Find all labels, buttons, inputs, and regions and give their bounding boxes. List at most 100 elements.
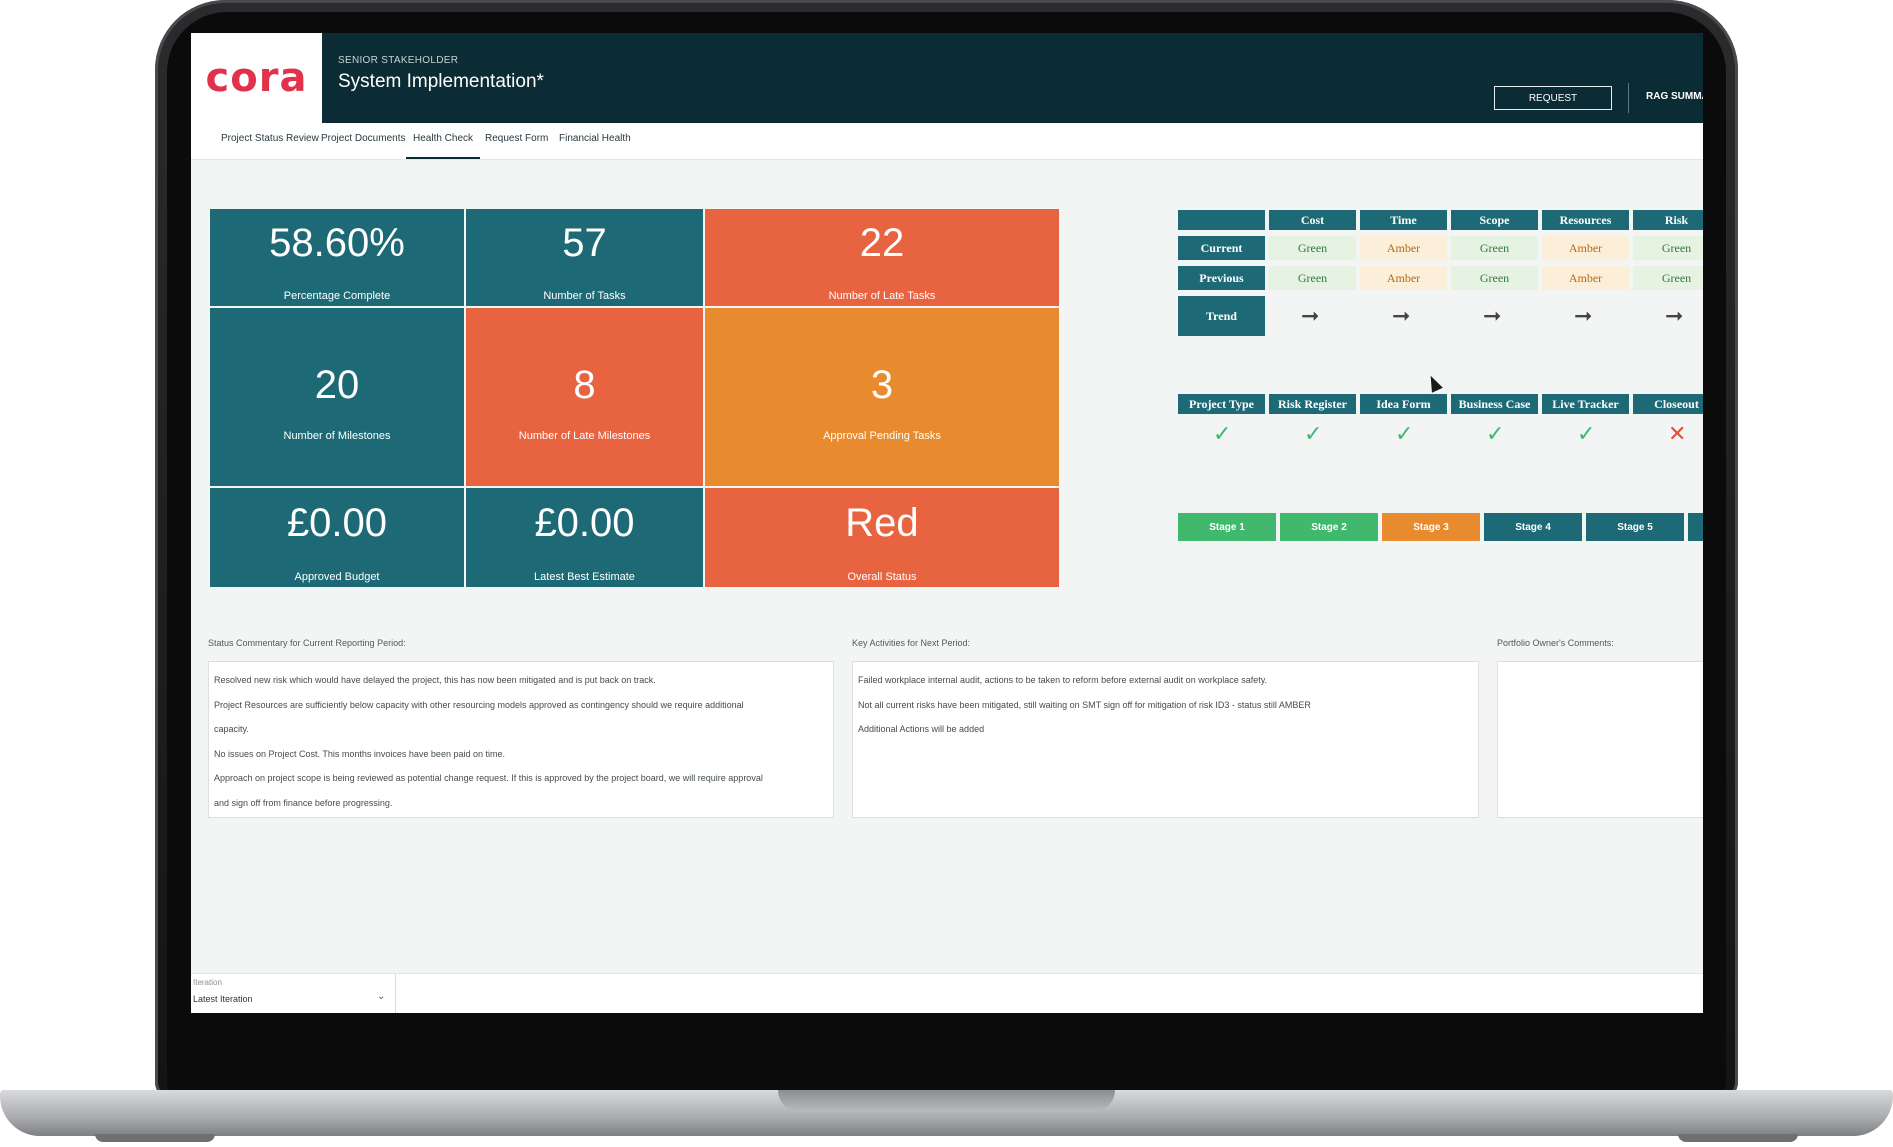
rag-summary-button[interactable]: RAG SUMMAI: [1646, 91, 1703, 102]
cross-icon: ✕: [1668, 421, 1687, 446]
laptop-foot-left: [95, 1134, 215, 1142]
commentary-line: Additional Actions will be added: [858, 724, 985, 734]
rag-row-previous: Previous: [1178, 266, 1265, 290]
commentary-line: Approach on project scope is being revie…: [214, 773, 763, 783]
rag-current-cost: Green: [1269, 236, 1356, 260]
kpi-value: £0.00: [286, 501, 388, 545]
check-header-business-case: Business Case: [1451, 394, 1538, 414]
kpi-latest-best-estimate[interactable]: £0.00 Latest Best Estimate: [466, 488, 703, 587]
stage-2-button[interactable]: Stage 2: [1280, 513, 1378, 541]
kpi-number-of-milestones[interactable]: 20 Number of Milestones: [210, 308, 464, 486]
kpi-value: 20: [314, 363, 360, 407]
stage-4-button[interactable]: Stage 4: [1484, 513, 1582, 541]
laptop-notch: [778, 1090, 1115, 1112]
stage-5-button[interactable]: Stage 5: [1586, 513, 1684, 541]
rag-header-cost: Cost: [1269, 210, 1356, 230]
rag-previous-cost: Green: [1269, 266, 1356, 290]
check-header-project-type: Project Type: [1178, 394, 1265, 414]
kpi-number-of-late-milestones[interactable]: 8 Number of Late Milestones: [466, 308, 703, 486]
kpi-label: Overall Status: [847, 571, 917, 583]
rag-current-scope: Green: [1451, 236, 1538, 260]
rag-previous-scope: Green: [1451, 266, 1538, 290]
kpi-label: Approved Budget: [294, 571, 380, 583]
trend-arrow-icon: ➞: [1392, 303, 1411, 328]
page-title: System Implementation*: [338, 71, 544, 92]
tab-financial-health[interactable]: Financial Health: [559, 123, 631, 159]
commentary-line: Resolved new risk which would have delay…: [214, 675, 656, 685]
checkmark-icon: ✓: [1486, 421, 1505, 446]
kpi-value: £0.00: [534, 501, 635, 545]
kpi-value: 57: [562, 221, 607, 265]
rag-corner-cell: [1178, 210, 1265, 230]
portfolio-owner-comments-box[interactable]: [1497, 661, 1703, 818]
kpi-value: 3: [870, 363, 894, 407]
commentary-line: Project Resources are sufficiently below…: [214, 699, 744, 710]
rag-current-resources: Amber: [1542, 236, 1629, 260]
kpi-number-of-late-tasks[interactable]: 22 Number of Late Tasks: [705, 209, 1059, 306]
key-activities-box[interactable]: Failed workplace internal audit, actions…: [852, 661, 1479, 818]
rag-previous-resources: Amber: [1542, 266, 1629, 290]
commentary-line: Not all current risks have been mitigate…: [858, 699, 1311, 710]
check-header-closeout: Closeout: [1633, 394, 1703, 414]
kpi-percentage-complete[interactable]: 58.60% Percentage Complete: [210, 209, 464, 306]
check-header-risk-register: Risk Register: [1269, 394, 1356, 414]
commentary-line: capacity.: [214, 724, 249, 734]
rag-current-risk: Green: [1633, 236, 1703, 260]
header-divider: [1628, 83, 1629, 113]
footer-divider: [395, 974, 396, 1013]
checkmark-icon: ✓: [1213, 421, 1232, 446]
chevron-down-icon[interactable]: ⌄: [377, 991, 385, 1002]
check-header-live-tracker: Live Tracker: [1542, 394, 1629, 414]
rag-previous-time: Amber: [1360, 266, 1447, 290]
commentary-line: Failed workplace internal audit, actions…: [858, 675, 1268, 685]
checkmark-icon: ✓: [1304, 421, 1323, 446]
header-subtitle: SENIOR STAKEHOLDER: [338, 55, 459, 66]
trend-arrow-icon: ➞: [1574, 303, 1593, 328]
request-button[interactable]: REQUEST: [1494, 86, 1612, 110]
rag-previous-risk: Green: [1633, 266, 1703, 290]
kpi-value: 22: [859, 221, 905, 265]
iteration-label: Iteration: [193, 978, 222, 987]
stage-3-button[interactable]: Stage 3: [1382, 513, 1480, 541]
kpi-overall-status[interactable]: Red Overall Status: [705, 488, 1059, 587]
kpi-label: Approval Pending Tasks: [823, 430, 941, 442]
rag-header-resources: Resources: [1542, 210, 1629, 230]
tab-bar: Project Status Review Project Documents …: [191, 123, 1703, 160]
rag-header-scope: Scope: [1451, 210, 1538, 230]
kpi-value: Red: [845, 501, 919, 545]
rag-row-trend: Trend: [1178, 296, 1265, 336]
rag-header-time: Time: [1360, 210, 1447, 230]
kpi-number-of-tasks[interactable]: 57 Number of Tasks: [466, 209, 703, 306]
kpi-approved-budget[interactable]: £0.00 Approved Budget: [210, 488, 464, 587]
checkmark-icon: ✓: [1577, 421, 1596, 446]
trend-arrow-icon: ➞: [1665, 303, 1684, 328]
kpi-label: Percentage Complete: [283, 290, 391, 302]
tab-project-documents[interactable]: Project Documents: [321, 123, 405, 159]
logo[interactable]: cora: [191, 33, 322, 123]
commentary-line: and sign off from finance before progres…: [214, 797, 393, 808]
kpi-label: Latest Best Estimate: [534, 571, 635, 583]
mouse-cursor-icon: [1425, 373, 1443, 393]
key-activities-label: Key Activities for Next Period:: [852, 638, 971, 648]
tab-project-status-review[interactable]: Project Status Review: [221, 123, 319, 159]
tab-request-form[interactable]: Request Form: [485, 123, 548, 159]
kpi-approval-pending-tasks[interactable]: 3 Approval Pending Tasks: [705, 308, 1059, 486]
status-commentary-box[interactable]: Resolved new risk which would have delay…: [208, 661, 834, 818]
checkmark-icon: ✓: [1395, 421, 1414, 446]
trend-arrow-icon: ➞: [1301, 303, 1320, 328]
app-header: cora SENIOR STAKEHOLDER System Implement…: [191, 33, 1703, 123]
stage-1-button[interactable]: Stage 1: [1178, 513, 1276, 541]
tab-health-check[interactable]: Health Check: [406, 123, 481, 159]
check-header-idea-form: Idea Form: [1360, 394, 1447, 414]
logo-text: cora: [205, 55, 308, 101]
kpi-value: 58.60%: [269, 221, 405, 265]
rag-row-current: Current: [1178, 236, 1265, 260]
iteration-select[interactable]: Latest Iteration: [193, 994, 253, 1004]
app-screen: cora SENIOR STAKEHOLDER System Implement…: [191, 33, 1703, 1013]
status-commentary-label: Status Commentary for Current Reporting …: [208, 638, 406, 648]
kpi-label: Number of Milestones: [283, 430, 391, 442]
rag-current-time: Amber: [1360, 236, 1447, 260]
stage-overflow-button[interactable]: [1688, 513, 1703, 541]
kpi-label: Number of Tasks: [543, 290, 626, 302]
kpi-value: 8: [573, 363, 596, 407]
